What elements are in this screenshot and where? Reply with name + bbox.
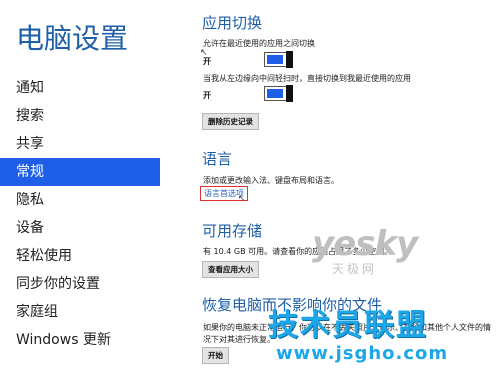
sidebar-item-general[interactable]: 常规: [0, 158, 160, 186]
section-title-language: 语言: [202, 150, 233, 168]
recovery-desc-line2: 况下对其进行恢复。: [203, 335, 275, 344]
toggle-fill: [267, 55, 283, 64]
jsgho-watermark-url: www.jsgho.com: [276, 343, 449, 364]
sidebar: 电脑设置 通知 搜索 共享 常规 隐私 设备 轻松使用 同步你的设置 家庭组 W…: [0, 0, 160, 371]
toggle-knob: [286, 85, 293, 102]
toggle-fill: [267, 89, 283, 98]
sidebar-nav: 通知 搜索 共享 常规 隐私 设备 轻松使用 同步你的设置 家庭组 Window…: [0, 74, 160, 354]
toggle-state-label: 开: [203, 91, 211, 100]
section-title-storage: 可用存储: [202, 222, 263, 240]
app-title: 电脑设置: [16, 22, 129, 55]
sidebar-item-notifications[interactable]: 通知: [0, 74, 160, 102]
language-desc: 添加或更改输入法、键盘布局和语言。: [203, 176, 339, 185]
yesky-watermark: yesky: [312, 224, 418, 264]
clear-history-button[interactable]: 删除历史记录: [202, 113, 259, 130]
swipe-edge-switch-toggle[interactable]: [264, 85, 293, 102]
sidebar-item-ease-of-access[interactable]: 轻松使用: [0, 242, 160, 270]
settings-pane: 应用切换 允许在最近使用的应用之间切换 ↖ 开 当我从左边缘向中间轻扫时，直接切…: [160, 0, 500, 371]
recovery-start-button[interactable]: 开始: [202, 347, 229, 364]
sidebar-item-sync-settings[interactable]: 同步你的设置: [0, 270, 160, 298]
setting-desc-switch-recent: 允许在最近使用的应用之间切换: [203, 39, 315, 48]
toggle-knob: [286, 51, 293, 68]
sidebar-item-share[interactable]: 共享: [0, 130, 160, 158]
section-title-app-switching: 应用切换: [202, 14, 263, 32]
yesky-watermark-subtitle: 天极网: [332, 262, 378, 276]
sidebar-item-homegroup[interactable]: 家庭组: [0, 298, 160, 326]
view-app-sizes-button[interactable]: 查看应用大小: [202, 261, 259, 278]
sidebar-item-devices[interactable]: 设备: [0, 214, 160, 242]
sidebar-item-windows-update[interactable]: Windows 更新: [0, 326, 160, 354]
sidebar-item-search[interactable]: 搜索: [0, 102, 160, 130]
sidebar-item-privacy[interactable]: 隐私: [0, 186, 160, 214]
setting-desc-swipe-left-edge: 当我从左边缘向中间轻扫时，直接切换到我最近使用的应用: [203, 74, 411, 83]
switch-recent-apps-toggle[interactable]: [264, 51, 293, 68]
jsgho-watermark: 技术员联盟: [268, 308, 428, 343]
mouse-pointer-icon: ↖: [238, 194, 246, 204]
toggle-state-label: 开: [203, 57, 211, 66]
